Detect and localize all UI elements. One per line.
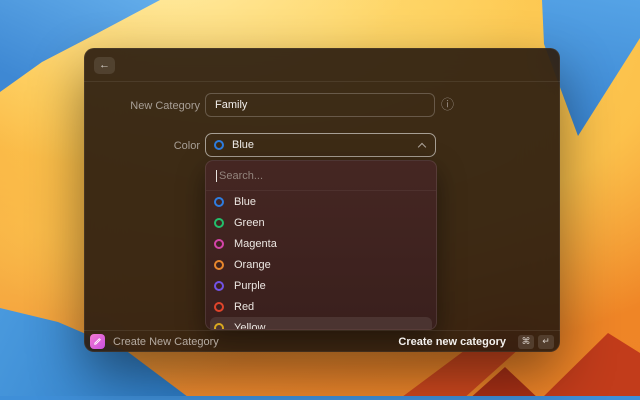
selected-color-ring-icon <box>214 140 224 150</box>
color-label: Color <box>173 140 200 152</box>
color-option-red[interactable]: Red <box>210 296 432 317</box>
new-category-label: New Category <box>130 100 200 112</box>
command-key-icon: ⌘ <box>518 334 534 349</box>
wallpaper-bottom-strip <box>0 396 640 400</box>
pencil-app-icon <box>90 334 105 349</box>
color-option-label: Green <box>234 216 265 229</box>
chevron-up-icon <box>417 142 427 152</box>
command-title: Create New Category <box>113 335 219 348</box>
create-category-button-label: Create new category <box>398 335 506 348</box>
screen: ← New Category ⓘ Color Blue Search... Bl… <box>0 0 640 400</box>
return-key-icon: ↵ <box>538 334 554 349</box>
color-option-label: Yellow <box>234 321 266 330</box>
create-category-window: ← New Category ⓘ Color Blue Search... Bl… <box>84 48 560 352</box>
color-select[interactable]: Blue <box>205 133 436 157</box>
color-option-label: Blue <box>234 195 257 208</box>
color-dropdown-panel: Search... Blue Green Magenta Orange Purple Re… <box>205 160 437 330</box>
color-ring-icon <box>214 280 224 291</box>
color-option-purple[interactable]: Purple <box>210 275 432 296</box>
pencil-icon <box>94 338 101 345</box>
text-caret <box>216 169 217 182</box>
color-ring-icon <box>214 301 224 312</box>
selected-color-value: Blue <box>232 139 255 151</box>
color-option-label: Orange <box>234 258 271 271</box>
create-category-button[interactable]: Create new category ⌘ ↵ <box>398 334 554 349</box>
color-option-orange[interactable]: Orange <box>210 254 432 275</box>
color-ring-icon <box>214 217 224 228</box>
color-option-magenta[interactable]: Magenta <box>210 233 432 254</box>
back-button[interactable]: ← <box>94 57 115 74</box>
color-option-label: Red <box>234 300 255 313</box>
color-ring-icon <box>214 238 224 249</box>
search-input[interactable]: Search... <box>206 161 436 191</box>
color-option-label: Purple <box>234 279 266 292</box>
color-option-green[interactable]: Green <box>210 212 432 233</box>
color-option-blue[interactable]: Blue <box>210 191 432 212</box>
color-ring-icon <box>214 259 224 270</box>
search-placeholder: Search... <box>219 169 264 182</box>
color-option-label: Magenta <box>234 237 277 250</box>
info-icon[interactable]: ⓘ <box>441 98 454 112</box>
window-header: ← <box>84 48 560 82</box>
color-option-yellow[interactable]: Yellow <box>210 317 432 330</box>
category-name-input[interactable] <box>205 93 435 117</box>
back-arrow-icon: ← <box>99 59 110 71</box>
color-option-list: Blue Green Magenta Orange Purple Red Yellow <box>206 191 436 330</box>
window-footer: Create New Category Create new category … <box>84 330 560 352</box>
color-ring-icon <box>214 196 224 207</box>
color-ring-icon <box>214 322 224 329</box>
